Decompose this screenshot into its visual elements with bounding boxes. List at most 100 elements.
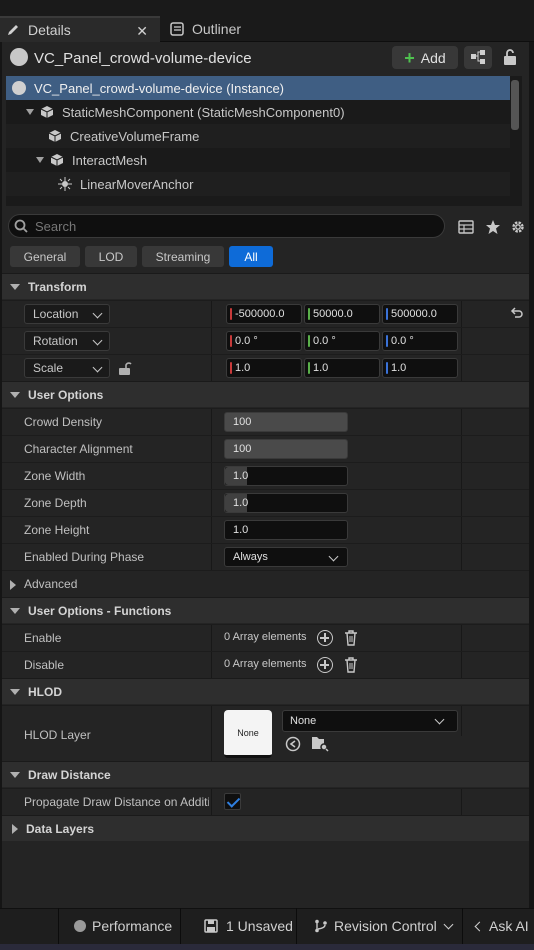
reset-to-default-icon[interactable]	[510, 306, 524, 320]
propagate-draw-distance-checkbox[interactable]	[224, 793, 241, 810]
zone-height-field[interactable]: 1.0	[224, 520, 348, 540]
actor-icon	[10, 48, 28, 66]
collapse-arrow-icon	[10, 688, 20, 695]
character-alignment-field[interactable]: 100	[224, 439, 348, 459]
revision-control-button[interactable]: Revision Control	[314, 908, 454, 944]
expand-arrow-icon	[10, 580, 16, 590]
performance-button[interactable]: Performance	[74, 908, 172, 944]
tab-outliner[interactable]: Outliner	[164, 16, 304, 42]
filter-all[interactable]: All	[229, 246, 273, 267]
column-divider	[461, 301, 462, 327]
crowd-density-field[interactable]: 100	[224, 412, 348, 432]
hlod-layer-dropdown[interactable]: None	[282, 710, 458, 732]
section-data-layers[interactable]: Data Layers	[2, 815, 529, 841]
character-alignment-value: 100	[233, 443, 252, 455]
section-title: User Options - Functions	[28, 603, 172, 618]
column-divider	[461, 625, 462, 651]
column-divider	[461, 490, 462, 516]
location-z-field[interactable]: 500000.0	[382, 304, 458, 324]
tree-scrollbar[interactable]	[511, 80, 519, 130]
row-propagate-draw-distance: Propagate Draw Distance on Additi...	[2, 788, 529, 815]
section-transform[interactable]: Transform	[2, 273, 529, 299]
expand-arrow-icon[interactable]	[26, 109, 34, 115]
row-advanced[interactable]: Advanced	[2, 570, 529, 597]
zone-height-value: 1.0	[233, 524, 249, 536]
column-divider	[211, 328, 212, 354]
tree-item-instance[interactable]: VC_Panel_crowd-volume-device (Instance)	[6, 76, 510, 100]
lock-icon[interactable]	[502, 48, 518, 66]
filter-general[interactable]: General	[10, 246, 80, 267]
enabled-during-phase-dropdown[interactable]: Always	[224, 547, 348, 567]
table-view-icon[interactable]	[458, 219, 474, 235]
advanced-label: Advanced	[24, 577, 78, 591]
unsaved-button[interactable]: 1 Unsaved	[204, 908, 293, 944]
browse-folder-icon[interactable]	[311, 735, 329, 752]
row-disable: Disable 0 Array elements	[2, 651, 529, 678]
rotation-x-field[interactable]: 0.0 °	[226, 331, 302, 351]
column-divider	[211, 706, 212, 761]
scale-y-field[interactable]: 1.0	[304, 358, 380, 378]
tree-item-creativevolumeframe[interactable]: CreativeVolumeFrame	[6, 124, 510, 148]
rotation-y-field[interactable]: 0.0 °	[304, 331, 380, 351]
filter-streaming[interactable]: Streaming	[142, 246, 224, 267]
character-alignment-label: Character Alignment	[24, 442, 133, 456]
search-input[interactable]: Search	[8, 214, 445, 238]
zone-depth-field[interactable]: 1.0	[224, 493, 348, 513]
cube-icon	[48, 130, 62, 142]
add-component-button[interactable]: + Add	[392, 46, 458, 69]
section-user-options[interactable]: User Options	[2, 381, 529, 407]
tree-item-linearmoveranchor[interactable]: LinearMoverAnchor	[6, 172, 510, 196]
tree-item-interactmesh[interactable]: InteractMesh	[6, 148, 510, 172]
tab-details[interactable]: Details ✕	[0, 16, 160, 42]
column-divider	[461, 463, 462, 489]
unlock-icon[interactable]	[118, 361, 132, 376]
add-element-icon[interactable]	[317, 630, 333, 646]
add-element-icon[interactable]	[317, 657, 333, 673]
gear-icon[interactable]	[510, 219, 526, 235]
search-icon	[14, 219, 28, 233]
ask-ai-button[interactable]: Ask AI	[474, 908, 529, 944]
trash-icon[interactable]	[344, 630, 358, 646]
crowd-density-label: Crowd Density	[24, 415, 103, 429]
section-title: User Options	[28, 387, 104, 402]
column-divider	[211, 301, 212, 327]
scene-anchor-icon	[58, 177, 72, 191]
filter-lod[interactable]: LOD	[85, 246, 137, 267]
section-hlod[interactable]: HLOD	[2, 678, 529, 704]
blueprint-button[interactable]	[464, 46, 492, 69]
tree-item-label: CreativeVolumeFrame	[70, 128, 200, 144]
scale-x-field[interactable]: 1.0	[226, 358, 302, 378]
location-y-field[interactable]: 50000.0	[304, 304, 380, 324]
scale-z-field[interactable]: 1.0	[382, 358, 458, 378]
tab-details-label: Details	[28, 22, 71, 38]
location-mode-dropdown[interactable]: Location	[24, 304, 110, 324]
section-user-options-functions[interactable]: User Options - Functions	[2, 597, 529, 623]
enabled-during-phase-value: Always	[233, 551, 268, 563]
status-divider	[58, 908, 59, 944]
expand-arrow-icon[interactable]	[36, 157, 44, 163]
hlod-layer-label: HLOD Layer	[24, 728, 91, 742]
location-x-field[interactable]: -500000.0	[226, 304, 302, 324]
use-selected-icon[interactable]	[285, 736, 301, 752]
trash-icon[interactable]	[344, 657, 358, 673]
section-draw-distance[interactable]: Draw Distance	[2, 761, 529, 787]
enable-array-count: 0 Array elements	[224, 631, 307, 643]
close-tab-icon[interactable]: ✕	[136, 23, 148, 40]
rotation-mode-dropdown[interactable]: Rotation	[24, 331, 110, 351]
column-divider	[211, 463, 212, 489]
crowd-density-value: 100	[233, 416, 252, 428]
column-divider	[211, 544, 212, 570]
tree-item-label: LinearMoverAnchor	[80, 176, 194, 192]
tree-item-staticmesh[interactable]: StaticMeshComponent (StaticMeshComponent…	[6, 100, 510, 124]
tree-item-label: VC_Panel_crowd-volume-device (Instance)	[34, 80, 285, 96]
star-icon[interactable]	[485, 219, 501, 235]
column-divider	[461, 409, 462, 435]
window-top-strip	[0, 0, 534, 12]
hlod-asset-thumbnail[interactable]: None	[224, 710, 272, 758]
zone-width-field[interactable]: 1.0	[224, 466, 348, 486]
scale-mode-dropdown[interactable]: Scale	[24, 358, 110, 378]
rotation-z-field[interactable]: 0.0 °	[382, 331, 458, 351]
actor-title: VC_Panel_crowd-volume-device	[34, 50, 252, 67]
column-divider	[211, 652, 212, 678]
status-divider	[180, 908, 181, 944]
